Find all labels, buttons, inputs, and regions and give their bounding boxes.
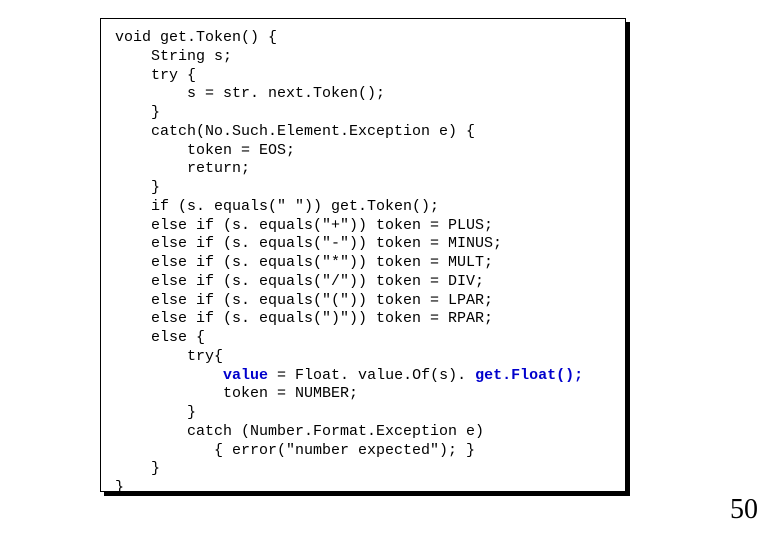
code-line: if (s. equals(" ")) get.Token(); [115,198,613,217]
code-line: value = Float. value.Of(s). get.Float(); [115,367,613,386]
code-line: else { [115,329,613,348]
code-line: } [115,179,613,198]
code-line: try { [115,67,613,86]
code-box: void get.Token() { String s; try { s = s… [100,18,626,492]
code-line: return; [115,160,613,179]
code-line: else if (s. equals("/")) token = DIV; [115,273,613,292]
code-line: else if (s. equals(")")) token = RPAR; [115,310,613,329]
code-keyword-getfloat: get.Float(); [466,367,583,384]
code-line: token = NUMBER; [115,385,613,404]
code-line: else if (s. equals("+")) token = PLUS; [115,217,613,236]
code-line: else if (s. equals("(")) token = LPAR; [115,292,613,311]
code-line: else if (s. equals("*")) token = MULT; [115,254,613,273]
page-number: 50 [730,494,758,526]
code-line: { error("number expected"); } [115,442,613,461]
code-line: } [115,404,613,423]
slide: void get.Token() { String s; try { s = s… [0,0,780,540]
code-line: else if (s. equals("-")) token = MINUS; [115,235,613,254]
code-line: String s; [115,48,613,67]
code-line: } [115,460,613,479]
code-line: } [115,479,613,498]
code-line: catch (Number.Format.Exception e) [115,423,613,442]
code-line: catch(No.Such.Element.Exception e) { [115,123,613,142]
code-line: s = str. next.Token(); [115,85,613,104]
code-text: = Float. value.Of(s). [268,367,466,384]
code-keyword-value: value [223,367,268,384]
code-line: try{ [115,348,613,367]
code-line: token = EOS; [115,142,613,161]
code-text [115,367,223,384]
code-line: } [115,104,613,123]
code-line: void get.Token() { [115,29,613,48]
